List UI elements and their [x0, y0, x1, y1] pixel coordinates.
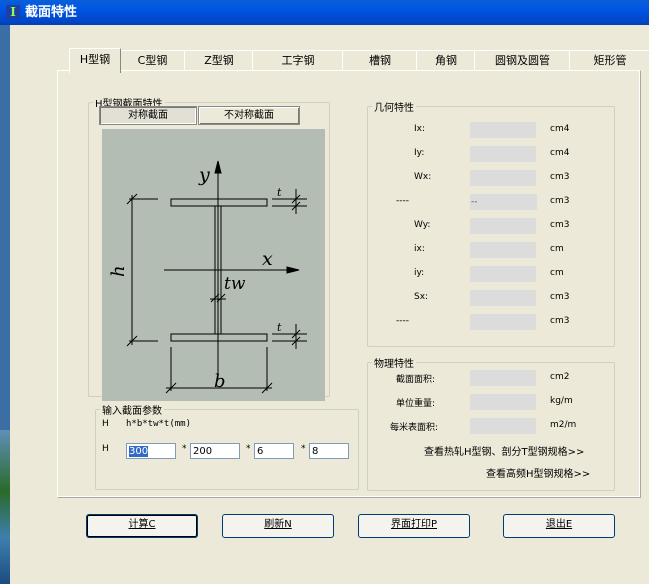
weight-unit: kg/m [550, 396, 573, 406]
print-button[interactable]: 界面打印P [358, 514, 470, 538]
t-bottom-label: t [277, 321, 282, 334]
iy-radius-value [470, 266, 536, 282]
bottom-flange [170, 333, 268, 342]
tab-c-steel[interactable]: C型钢 [119, 50, 186, 71]
wx2-unit: cm3 [550, 196, 570, 206]
main-window: H型钢 C型钢 Z型钢 工字钢 槽钢 角钢 圆钢及圆管 矩形管 H型钢截面特性 … [10, 0, 649, 584]
wy-value [470, 218, 536, 234]
wy-unit: cm3 [550, 220, 570, 230]
sx-unit: cm3 [550, 292, 570, 302]
sx2-value [470, 314, 536, 330]
app-icon: I [6, 5, 20, 19]
t-top-label: t [277, 186, 282, 199]
high-freq-spec-link[interactable]: 查看高频H型钢规格>> [486, 465, 590, 480]
times-sep-1: * [182, 444, 187, 454]
tab-rect-tube[interactable]: 矩形管 [569, 50, 649, 71]
window-title: 截面特性 [25, 5, 78, 20]
geometry-legend: 几何特性 [374, 103, 414, 114]
title-bar[interactable]: I 截面特性 [0, 0, 649, 25]
surface-unit: m2/m [550, 420, 577, 430]
calculate-button[interactable]: 计算C [86, 514, 198, 538]
tab-h-steel[interactable]: H型钢 [69, 48, 121, 73]
wx-value [470, 170, 536, 186]
ix-radius-value [470, 242, 536, 258]
ix-value [470, 122, 536, 138]
refresh-button[interactable]: 刷新N [222, 514, 334, 538]
tab-round[interactable]: 圆钢及圆管 [474, 50, 571, 71]
iy-unit: cm4 [550, 148, 570, 158]
ix-label: Ix: [414, 124, 426, 134]
area-label: 截面面积: [396, 375, 436, 385]
physical-legend: 物理特性 [374, 359, 414, 370]
exit-button[interactable]: 退出E [503, 514, 615, 538]
section-diagram: y x h b tw t t [102, 129, 325, 401]
weight-value [470, 394, 536, 410]
input-type-label: H [102, 419, 109, 429]
b-dimension-label: b [214, 371, 226, 392]
symmetric-button[interactable]: 对称截面 [99, 106, 197, 125]
wx2-label: ---- [396, 196, 409, 206]
sx2-unit: cm3 [550, 316, 570, 326]
input-type-label-2: H [102, 444, 109, 454]
times-sep-2: * [246, 444, 251, 454]
area-unit: cm2 [550, 372, 570, 382]
tw-dimension-label: tw [224, 274, 246, 294]
times-sep-3: * [301, 444, 306, 454]
ix-unit: cm4 [550, 124, 570, 134]
weight-label: 单位重量: [396, 399, 436, 409]
tab-strip: H型钢 C型钢 Z型钢 工字钢 槽钢 角钢 圆钢及圆管 矩形管 [69, 48, 649, 73]
sx-value [470, 290, 536, 306]
b-input[interactable]: 200 [190, 443, 240, 459]
sx-label: Sx: [414, 292, 429, 302]
ix-radius-label: ix: [414, 244, 425, 254]
top-flange [170, 198, 268, 207]
wx-label: Wx: [414, 172, 432, 182]
sx2-label: ---- [396, 316, 409, 326]
iy-label: Iy: [414, 148, 425, 158]
wy-label: Wy: [414, 220, 431, 230]
ix-radius-unit: cm [550, 244, 564, 254]
t-input[interactable]: 8 [309, 443, 349, 459]
iy-value [470, 146, 536, 162]
x-axis-label: x [262, 248, 273, 270]
area-value [470, 370, 536, 386]
h-input[interactable]: 300 [126, 443, 176, 459]
formula-label: h*b*tw*t(mm) [126, 419, 192, 429]
y-axis-label: y [198, 164, 210, 186]
wx-unit: cm3 [550, 172, 570, 182]
tab-channel[interactable]: 槽钢 [342, 50, 418, 71]
hot-rolled-spec-link[interactable]: 查看热轧H型钢、剖分T型钢规格>> [424, 443, 584, 458]
asymmetric-button[interactable]: 不对称截面 [198, 106, 300, 125]
h-section-drawing: y x h b tw t t [108, 160, 307, 394]
surface-value [470, 418, 536, 434]
iy-radius-unit: cm [550, 268, 564, 278]
input-legend: 输入截面参数 [102, 406, 162, 417]
iy-radius-label: iy: [414, 268, 425, 278]
tab-i-beam[interactable]: 工字钢 [252, 50, 344, 71]
tw-input[interactable]: 6 [254, 443, 294, 459]
surface-label: 每米表面积: [390, 423, 439, 433]
h-dimension-label: h [108, 265, 129, 277]
wx2-value: -- [470, 194, 537, 210]
tab-z-steel[interactable]: Z型钢 [184, 50, 254, 71]
tab-angle[interactable]: 角钢 [416, 50, 476, 71]
